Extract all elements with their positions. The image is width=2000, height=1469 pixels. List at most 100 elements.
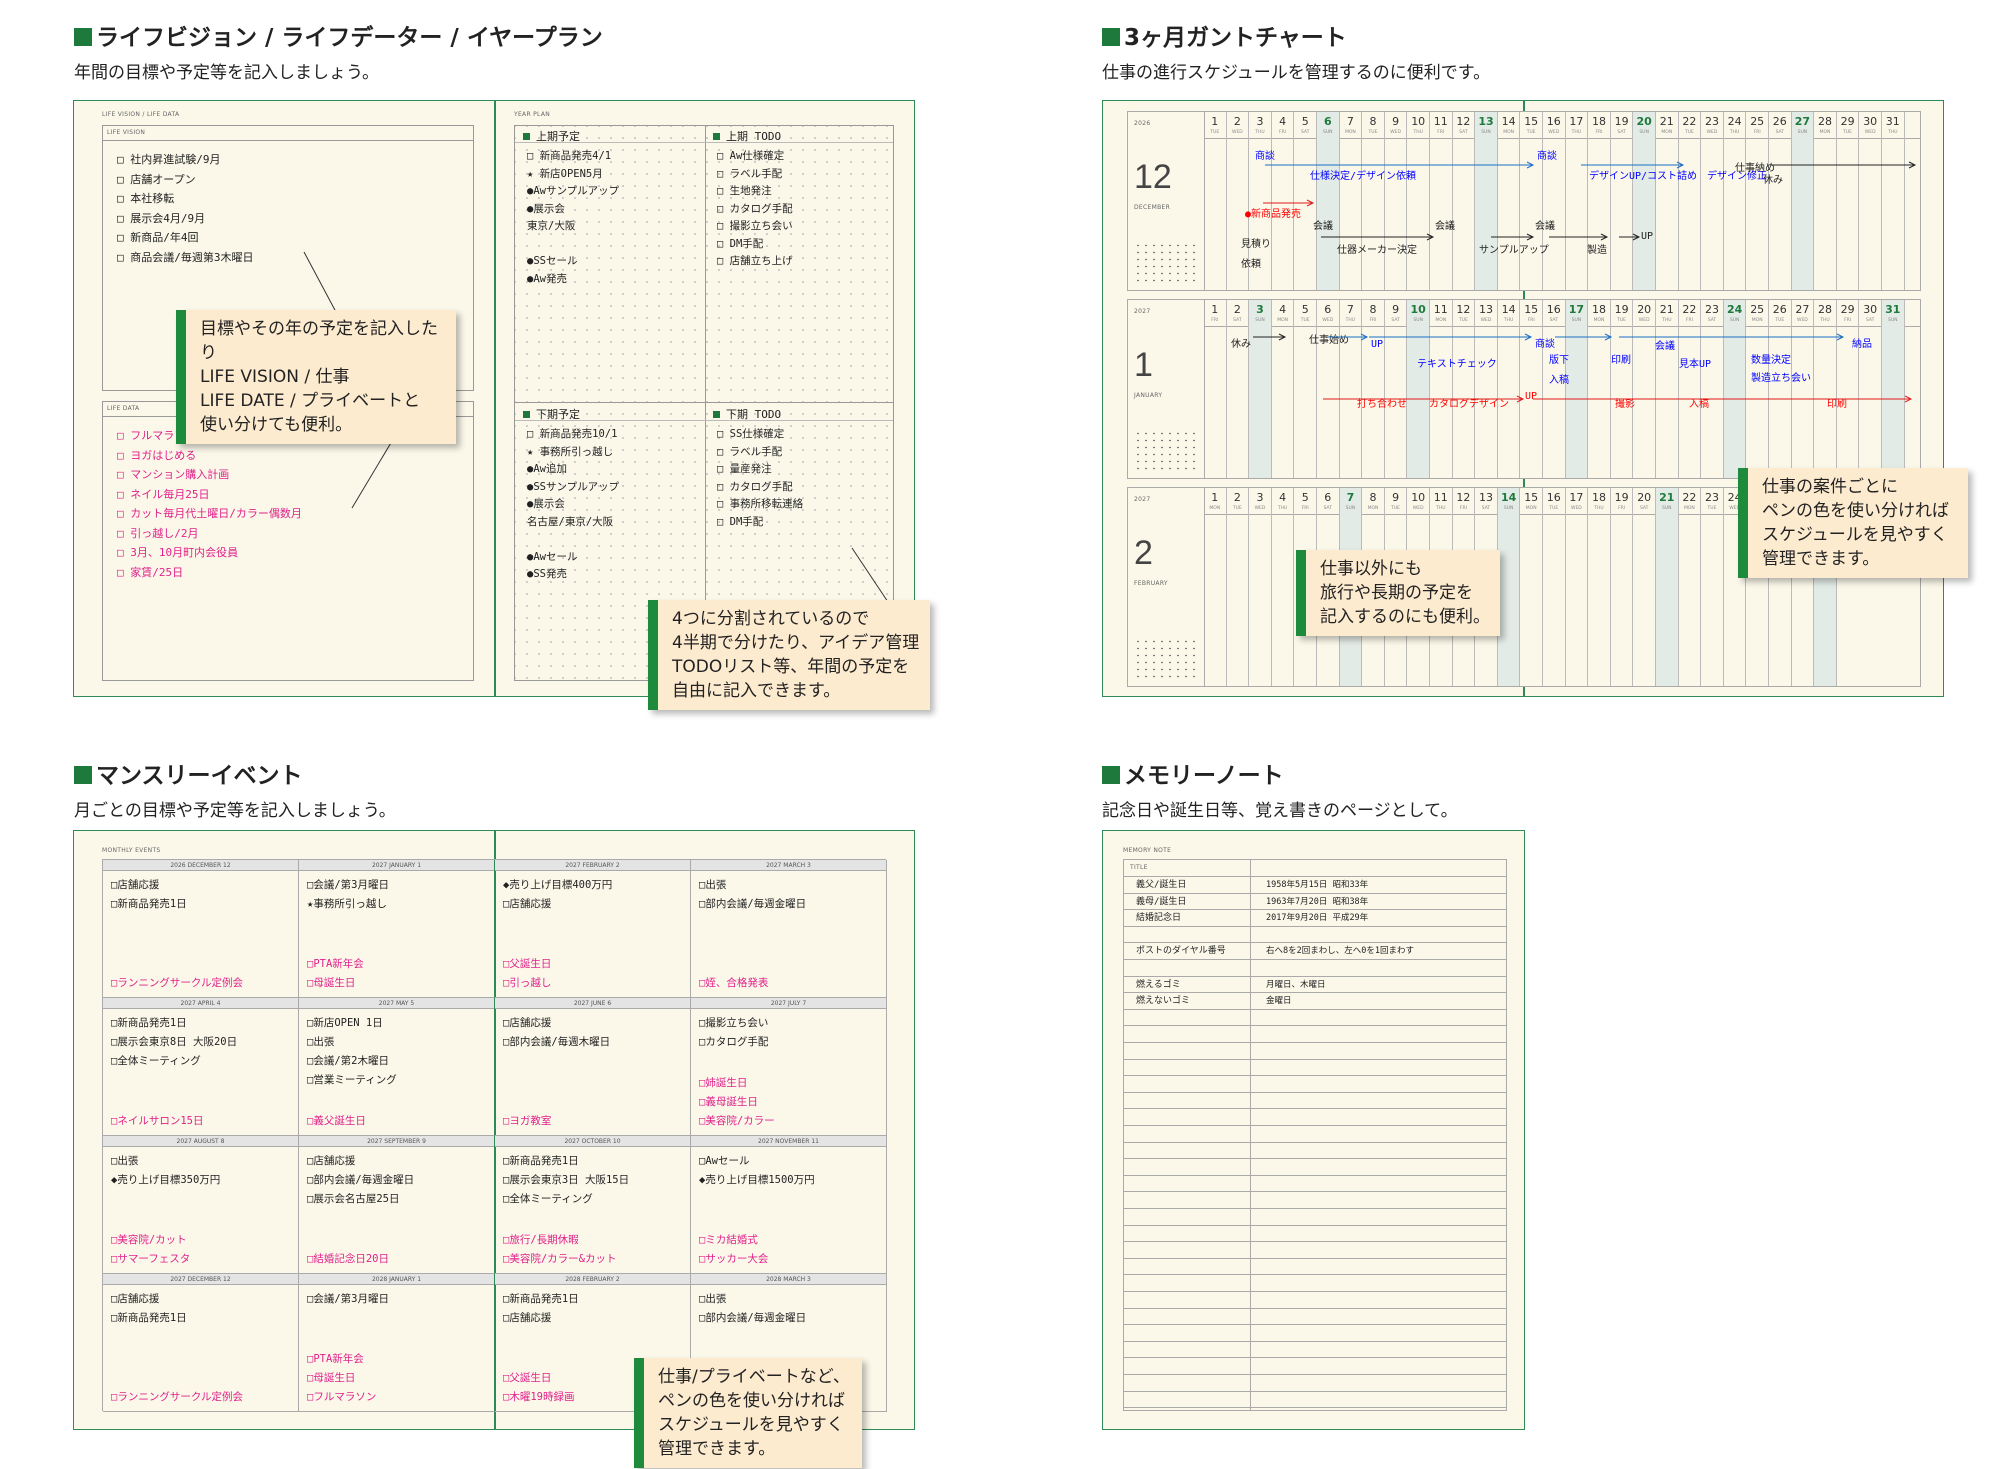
gantt-day-column: 23 WED	[1701, 112, 1724, 290]
gantt-day-number: 7	[1346, 303, 1354, 316]
gantt-task-label: 見積り	[1241, 239, 1271, 250]
gantt-task-label: 印刷	[1611, 355, 1631, 366]
q1-item: ●Awサンプルアップ	[527, 185, 620, 197]
gantt-weekday: MON	[1683, 506, 1695, 511]
gantt-weekday: SUN	[1345, 506, 1356, 511]
gantt-day-number: 9	[1392, 491, 1400, 504]
gantt-day-column: 10 SUN	[1407, 300, 1430, 478]
gantt-day-number: 13	[1478, 115, 1494, 128]
gantt-day-column: 4 FRI	[1272, 112, 1295, 290]
gantt-day-column: 2 TUE	[1227, 488, 1250, 686]
gantt-day-column: 11 MON	[1430, 300, 1453, 478]
gantt-day-number: 20	[1636, 115, 1652, 128]
gantt-day-number: 24	[1726, 303, 1743, 316]
q1-item: ●SSセール	[527, 255, 578, 267]
month-cell-private: □結婚記念日20日	[307, 1250, 389, 1269]
gantt-weekday: WED	[1412, 506, 1424, 511]
callout-line: LIFE VISION / 仕事	[200, 367, 350, 387]
month-cell-header: 2027 MAY 5	[299, 998, 494, 1009]
gantt-weekday: MON	[1661, 130, 1673, 135]
callout-line: スケジュールを見やすく	[1762, 525, 1948, 545]
gantt-day-number: 6	[1323, 115, 1332, 128]
month-event-private: □旅行/長期休暇	[503, 1234, 579, 1246]
gantt-section-subtitle: 仕事の進行スケジュールを管理するのに便利です。	[1102, 63, 1491, 83]
gantt-day-column: 19 SAT	[1611, 112, 1634, 290]
gantt-day-column: 1 FRI	[1204, 300, 1227, 478]
gantt-day-number: 18	[1591, 491, 1606, 504]
gantt-day-number: 13	[1478, 491, 1493, 504]
memory-value-cell: 1963年7月20日 昭和38年	[1266, 896, 1369, 907]
gantt-weekday: SAT	[1391, 318, 1400, 323]
month-cell-work: □新店OPEN 1日 □出張 □会議/第2木曜日 □営業ミーティング	[307, 1014, 397, 1090]
month-cell-work: □店舗応援 □部内会議/毎週木曜日	[503, 1014, 610, 1052]
month-cell-private: □PTA新年会 □母誕生日 □フルマラソン	[307, 1350, 376, 1407]
gantt-day-column: 7 THU	[1340, 300, 1363, 478]
gantt-day-number: 25	[1750, 115, 1765, 128]
memory-page: MEMORY NOTE TITLE 義父/誕生日 1958年5月15日 昭和33年…	[1102, 830, 1525, 1430]
gantt-day-number: 5	[1301, 115, 1309, 128]
gantt-day-number: 18	[1591, 115, 1606, 128]
gantt-weekday: MON	[1819, 130, 1831, 135]
month-event: ◆売り上げ目標1500万円	[699, 1174, 815, 1186]
gantt-day-number: 26	[1772, 303, 1787, 316]
monthly-callout: 仕事/プライベートなど、 ペンの色を使い分ければ スケジュールを見やすく 管理できます…	[634, 1358, 862, 1468]
gantt-day-number: 22	[1682, 491, 1697, 504]
gantt-day-number: 13	[1478, 303, 1493, 316]
gantt-weekday: SUN	[1413, 318, 1423, 323]
yearplan-callout: 4つに分割されているので 4半期で分けたり、アイデア管理 TODOリスト等、年間の予…	[648, 600, 930, 710]
memory-value-cell: 金曜日	[1266, 996, 1292, 1007]
gantt-day-number: 6	[1324, 491, 1332, 504]
gantt-day-column: 22 MON	[1679, 488, 1702, 686]
gantt-weekday: THU	[1436, 506, 1446, 511]
gantt-day-column: 9 WED	[1385, 112, 1408, 290]
memory-rule	[1124, 1274, 1506, 1276]
gantt-day-number: 11	[1433, 303, 1448, 316]
memory-rule	[1124, 876, 1506, 877]
gantt-task-label: UP	[1525, 391, 1538, 402]
gantt-weekday: FRI	[1211, 318, 1219, 323]
month-event: □新商品発売1日	[503, 1293, 579, 1305]
gantt-weekday: TUE	[1843, 130, 1853, 135]
gantt-day-column: 21 THU	[1656, 300, 1679, 478]
month-event-private: □ヨガ教室	[503, 1115, 552, 1127]
gantt-task-label: 依頼	[1241, 259, 1261, 270]
monthly-header: MONTHLY EVENTS	[102, 847, 161, 854]
vision-item: □ 展示会4月/9月	[117, 211, 206, 225]
gantt-day-number: 15	[1524, 115, 1539, 128]
gantt-weekday: THU	[1503, 318, 1514, 323]
life-vision-list: □ 社内昇進試験/9月 □ 店舗オープン □ 本社移転 □ 展示会4月/9月 □ 新商品…	[117, 150, 254, 267]
month-cell: 2027 MAY 5 □新店OPEN 1日 □出張 □会議/第2木曜日 □営業ミーティン…	[299, 998, 495, 1136]
q1-item: □ 新商品発売4/1	[527, 150, 612, 162]
month-cell-work: □店舗応援 □新商品発売1日	[111, 1290, 187, 1328]
memory-rule	[1124, 975, 1506, 977]
gantt-weekday: TUE	[1210, 130, 1220, 135]
q1-list: □ 新商品発売4/1 ★ 新店OPEN5月 ●Awサンプルアップ ●展示会 東京/大阪…	[527, 148, 619, 288]
month-event-private: □サッカー大会	[699, 1253, 769, 1265]
gantt-weekday: SUN	[1503, 506, 1514, 511]
memory-section-title: メモリーノート	[1102, 756, 1284, 790]
month-cell-work: □撮影立ち会い □カタログ手配	[699, 1014, 768, 1052]
gantt-task-label: 仕器メーカー決定	[1337, 245, 1417, 256]
gantt-day-column: 5 SAT	[1294, 112, 1317, 290]
callout-line: 目標やその年の予定を記入したり	[200, 319, 438, 363]
memory-rule	[1124, 1091, 1506, 1093]
gantt-weekday: THU	[1345, 318, 1356, 323]
gantt-day-column: 19 TUE	[1611, 300, 1634, 478]
month-cell: 2027 SEPTEMBER 9 □店舗応援 □部内会議/毎週金曜日 □展示会名古屋2…	[299, 1136, 495, 1274]
month-cell-private: □父誕生日 □木曜19時録画	[503, 1369, 574, 1407]
gantt-task-label: 数量決定	[1751, 355, 1791, 366]
gantt-day-number: 22	[1682, 303, 1697, 316]
q2-item: □ DM手配	[717, 237, 764, 250]
month-event: □部内会議/毎週金曜日	[699, 898, 807, 910]
gantt-weekday: MON	[1503, 130, 1514, 135]
gantt-day-number: 14	[1500, 491, 1517, 504]
q2-item: □ カタログ手配	[717, 202, 793, 215]
memory-value-cell: 右へ8を2回まわし、左へ0を1回まわす	[1266, 946, 1414, 957]
month-event: □営業ミーティング	[307, 1074, 397, 1086]
month-event-private: □PTA新年会	[307, 1353, 364, 1365]
gantt-day-column: 16 SAT	[1543, 300, 1566, 478]
callout-line: 管理できます。	[1762, 549, 1880, 569]
memory-title-cell: 義父/誕生日	[1136, 880, 1187, 890]
gantt-day-column: 29 FRI	[1837, 300, 1860, 478]
gantt-day-number: 2	[1233, 491, 1241, 504]
